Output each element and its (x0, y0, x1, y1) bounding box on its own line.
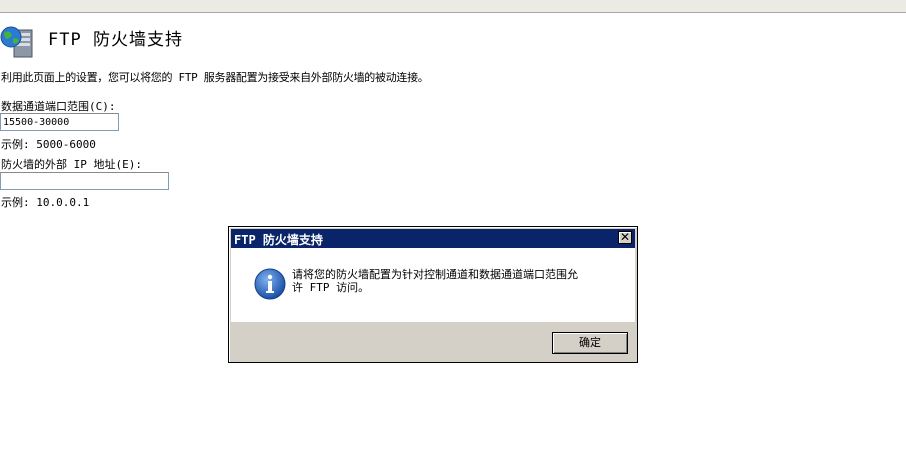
top-toolbar-strip (0, 0, 906, 13)
port-range-example: 示例: 5000-6000 (1, 138, 96, 151)
info-icon (254, 268, 286, 300)
dialog-title: FTP 防火墙支持 (234, 233, 323, 247)
external-ip-label: 防火墙的外部 IP 地址(E): (1, 158, 142, 171)
close-icon[interactable]: ✕ (618, 231, 632, 244)
port-range-input[interactable] (0, 113, 119, 131)
dialog-body: 请将您的防火墙配置为针对控制通道和数据通道端口范围允 许 FTP 访问。 (231, 248, 635, 322)
message-dialog: FTP 防火墙支持 ✕ 请将您的防火墙配置为针对控制通道和数据通道端口范围允 许… (228, 226, 638, 363)
dialog-titlebar[interactable]: FTP 防火墙支持 ✕ (231, 229, 635, 248)
dialog-message: 请将您的防火墙配置为针对控制通道和数据通道端口范围允 许 FTP 访问。 (292, 268, 612, 294)
external-ip-input[interactable] (0, 172, 169, 190)
external-ip-example: 示例: 10.0.0.1 (1, 196, 90, 209)
ok-button[interactable]: 确定 (552, 332, 628, 354)
globe-server-icon (0, 26, 33, 58)
page-title: FTP 防火墙支持 (48, 30, 183, 50)
page-header: FTP 防火墙支持 (0, 20, 906, 58)
port-range-label: 数据通道端口范围(C): (1, 100, 116, 113)
page-description: 利用此页面上的设置，您可以将您的 FTP 服务器配置为接受来自外部防火墙的被动连… (1, 71, 429, 84)
dialog-message-line-1: 请将您的防火墙配置为针对控制通道和数据通道端口范围允 (292, 268, 578, 281)
dialog-message-line-2: 许 FTP 访问。 (292, 281, 370, 294)
